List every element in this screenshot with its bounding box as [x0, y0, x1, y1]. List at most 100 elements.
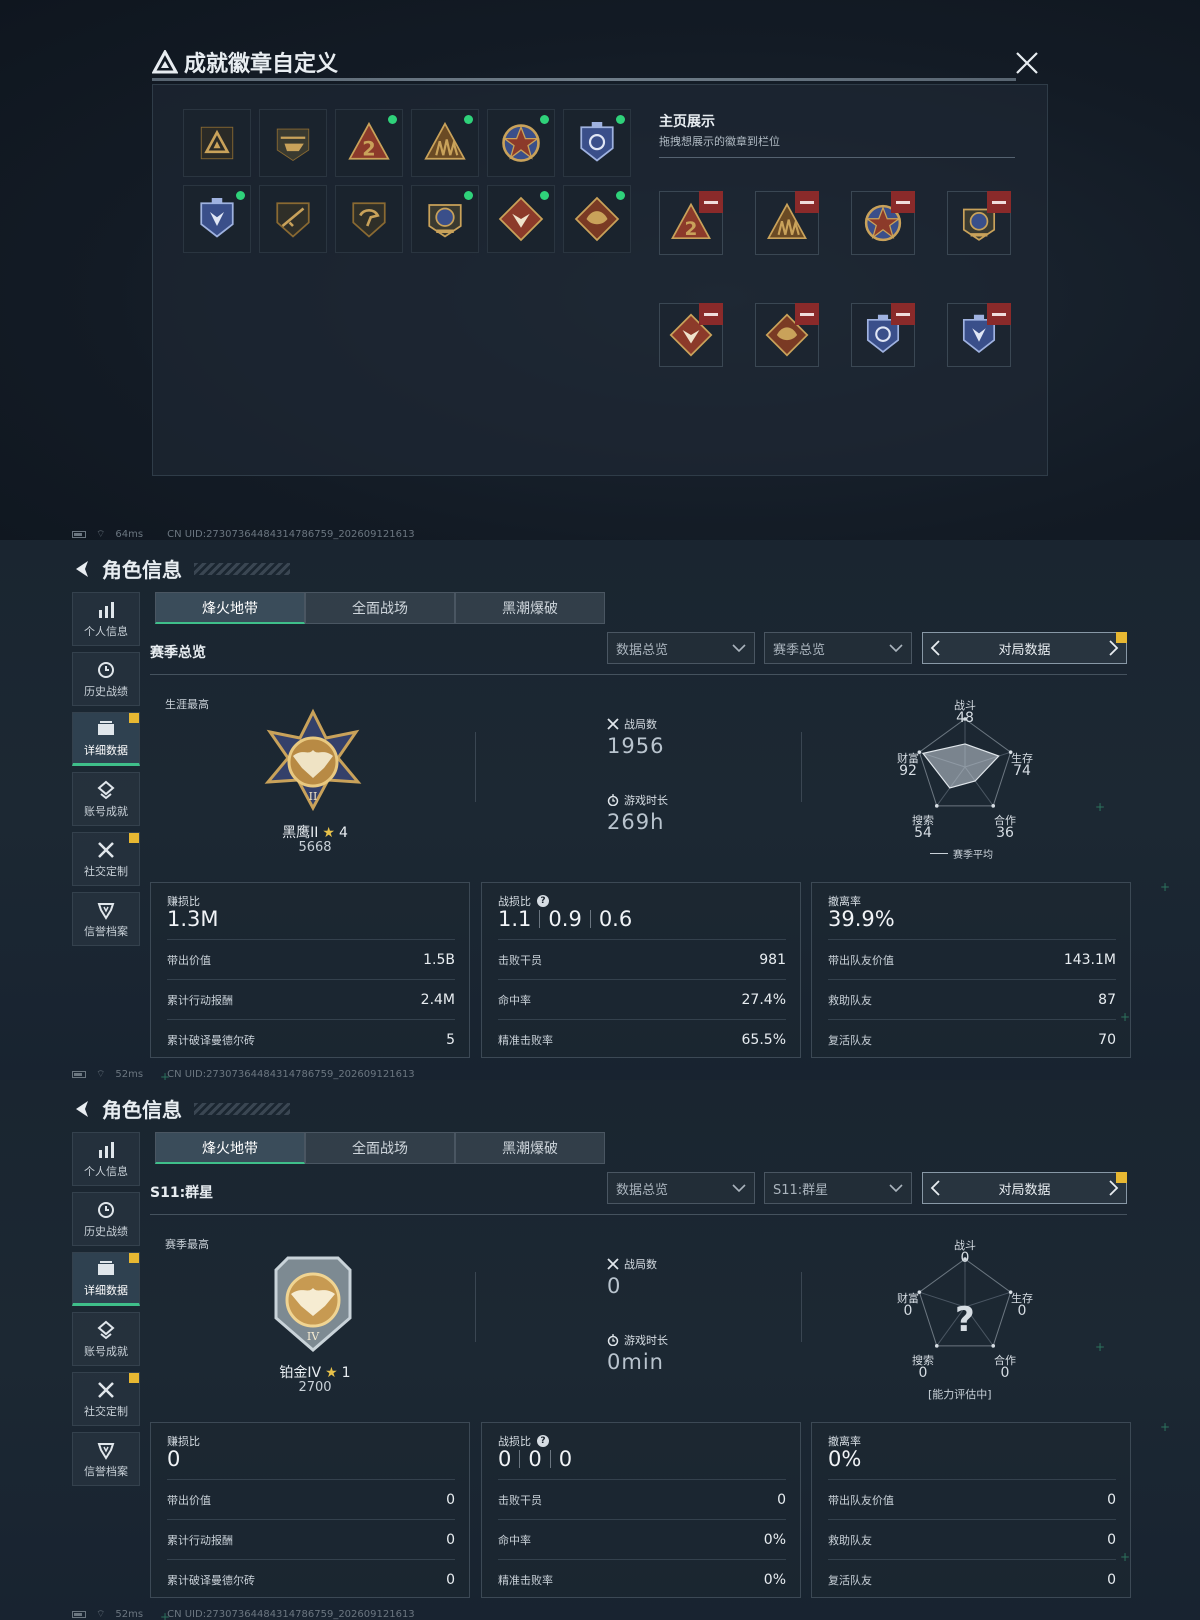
sidebar-item-history[interactable]: 历史战绩	[72, 1192, 140, 1246]
games-label: 战局数	[624, 1258, 657, 1271]
sidebar-item-label: 个人信息	[84, 624, 128, 638]
badge-cell[interactable]	[259, 109, 327, 177]
status-bar: ⌔ 52ms CN UID:27307364484314786759_20260…	[72, 1068, 415, 1080]
new-indicator-dot	[540, 115, 549, 124]
chevron-left-icon[interactable]	[929, 1180, 941, 1196]
showcase-slot[interactable]	[851, 303, 915, 367]
showcase-slot[interactable]	[659, 303, 723, 367]
data-overview-dropdown[interactable]: 数据总览	[607, 1172, 755, 1204]
showcase-slot[interactable]	[851, 191, 915, 255]
radar-label-coop: 合作 0	[985, 1354, 1025, 1380]
sidebar-item-achievements[interactable]: 账号成就	[72, 1312, 140, 1366]
badge-cell[interactable]	[411, 109, 479, 177]
badge-cell[interactable]	[259, 185, 327, 253]
remove-badge-icon[interactable]	[987, 303, 1011, 325]
stat-label: 带出价值	[167, 953, 211, 967]
tab-full-battlefield[interactable]: 全面战场	[305, 1132, 455, 1164]
sidebar-item-credit-record[interactable]: 信誉档案	[72, 892, 140, 946]
time-value: 0min	[607, 1350, 664, 1374]
remove-badge-icon[interactable]	[891, 303, 915, 325]
badge-cell[interactable]	[563, 185, 631, 253]
battery-icon	[72, 1071, 86, 1078]
column-divider	[801, 732, 802, 802]
rank-points: 2700	[298, 1380, 332, 1395]
stopwatch-icon	[607, 794, 619, 806]
badge-cell[interactable]	[335, 185, 403, 253]
sidebar-item-detailed-data[interactable]: 详细数据	[72, 712, 140, 766]
badge-cell[interactable]	[487, 185, 555, 253]
remove-badge-icon[interactable]	[987, 191, 1011, 213]
showcase-slot[interactable]	[947, 191, 1011, 255]
back-arrow-icon[interactable]	[72, 1099, 92, 1119]
badge-cell[interactable]	[183, 109, 251, 177]
play-time-stat: 游戏时长 269h	[607, 792, 668, 834]
svg-text:2: 2	[362, 137, 375, 160]
sidebar-item-social-custom[interactable]: 社交定制	[72, 1372, 140, 1426]
svg-text:IV: IV	[307, 1330, 320, 1343]
showcase-slot[interactable]	[947, 303, 1011, 367]
data-overview-dropdown[interactable]: 数据总览	[607, 632, 755, 664]
back-arrow-icon[interactable]	[72, 559, 92, 579]
rank-medal-icon: IV	[258, 1248, 368, 1358]
status-bar: ⌔ 52ms CN UID:27307364484314786759_20260…	[72, 1608, 415, 1620]
panel-main-value: 0	[167, 1447, 181, 1471]
blue-wolf-shield-icon	[200, 198, 234, 238]
status-bar: ⌔ 64ms CN UID:273073644843147867​59_2026…	[72, 528, 415, 540]
remove-badge-icon[interactable]	[795, 303, 819, 325]
radar-label-survive: 生存 74	[1002, 752, 1042, 778]
stat-value: 0	[1107, 1491, 1116, 1508]
close-icon[interactable]	[1014, 50, 1040, 76]
stat-value: 0%	[763, 1531, 786, 1548]
sidebar-item-history[interactable]: 历史战绩	[72, 652, 140, 706]
panel-main-value: 000	[498, 1447, 572, 1471]
modal-title: 成就徽章自定义	[152, 44, 338, 80]
showcase-slot[interactable]: 2	[659, 191, 723, 255]
tab-hazard-zone[interactable]: 烽火地带	[155, 592, 305, 624]
radar-vertex	[934, 1344, 939, 1348]
dropdown-value: 赛季总览	[773, 642, 826, 658]
best-rank-label: 赛季最高	[165, 1238, 209, 1251]
remove-badge-icon[interactable]	[699, 303, 723, 325]
triangle-emblem-icon	[200, 126, 234, 160]
remove-badge-icon[interactable]	[795, 191, 819, 213]
stat-row: 命中率 0%	[498, 1519, 786, 1559]
time-label: 游戏时长	[624, 794, 668, 807]
season-dropdown[interactable]: S11:群星	[764, 1172, 912, 1204]
badge-cell[interactable]: 2	[335, 109, 403, 177]
stat-value: 981	[759, 951, 786, 968]
tab-dark-tide[interactable]: 黑潮爆破	[455, 592, 605, 624]
profile-career-screen: 角色信息 个人信息 历史战绩 详细数据 账号成就 社交定制 信誉档案 烽火地带 …	[0, 540, 1200, 1080]
badge-cell[interactable]	[487, 109, 555, 177]
sidebar-item-achievements[interactable]: 账号成就	[72, 772, 140, 826]
sidebar-item-personal-info[interactable]: 个人信息	[72, 1132, 140, 1186]
help-icon[interactable]: ?	[537, 895, 549, 907]
kd-value: 0	[558, 1447, 573, 1471]
rank-medal-icon: II	[258, 708, 368, 818]
section-title: 赛季总览	[150, 645, 206, 661]
showcase-slot[interactable]	[755, 191, 819, 255]
tab-hazard-zone[interactable]: 烽火地带	[155, 1132, 305, 1164]
page-header: 角色信息	[72, 554, 290, 583]
remove-badge-icon[interactable]	[891, 191, 915, 213]
badge-cell[interactable]	[411, 185, 479, 253]
sidebar-item-detailed-data[interactable]: 详细数据	[72, 1252, 140, 1306]
sidebar-item-credit-record[interactable]: 信誉档案	[72, 1432, 140, 1486]
uid-text: CN UID:27307364484314786759_202609121613	[167, 1609, 415, 1620]
header-decoration	[194, 1102, 290, 1115]
sidebar-item-personal-info[interactable]: 个人信息	[72, 592, 140, 646]
radar-label-coop: 合作 36	[985, 814, 1025, 840]
tab-full-battlefield[interactable]: 全面战场	[305, 592, 455, 624]
hand-shield-icon	[352, 202, 386, 238]
pager-label: 对局数据	[998, 642, 1051, 658]
tab-dark-tide[interactable]: 黑潮爆破	[455, 1132, 605, 1164]
badge-cell[interactable]	[183, 185, 251, 253]
chevron-left-icon[interactable]	[929, 640, 941, 656]
help-icon[interactable]: ?	[537, 1435, 549, 1447]
rank-stars: 1	[341, 1365, 351, 1381]
remove-badge-icon[interactable]	[699, 191, 723, 213]
badge-cell[interactable]	[563, 109, 631, 177]
season-dropdown[interactable]: 赛季总览	[764, 632, 912, 664]
radar-label-survive: 生存 0	[1002, 1292, 1042, 1318]
sidebar-item-social-custom[interactable]: 社交定制	[72, 832, 140, 886]
showcase-slot[interactable]	[755, 303, 819, 367]
